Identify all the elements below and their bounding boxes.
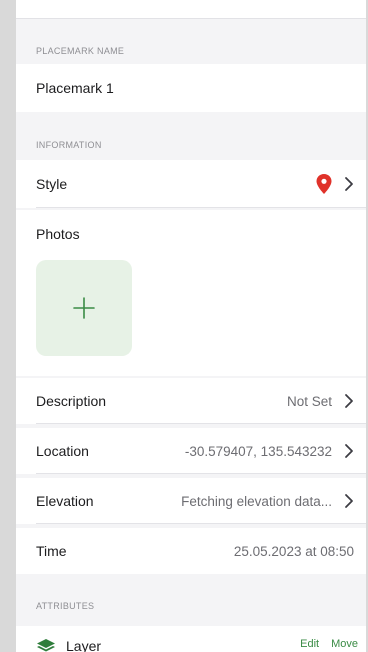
chevron-right-icon [345, 444, 353, 458]
description-label: Description [36, 393, 107, 409]
map-pin-icon [316, 174, 332, 194]
time-label: Time [36, 543, 67, 559]
placemark-name-value: Placemark 1 [36, 80, 114, 96]
elevation-value: Fetching elevation data... [181, 493, 332, 509]
elevation-label: Elevation [36, 493, 94, 509]
plus-icon [73, 297, 95, 319]
description-row[interactable]: Description Not Set [16, 378, 366, 424]
description-value: Not Set [286, 393, 332, 409]
style-row[interactable]: Style [16, 160, 366, 208]
chevron-right-icon [345, 177, 353, 191]
layers-icon [37, 639, 55, 652]
layer-label: Layer [66, 638, 102, 652]
location-value: -30.579407, 135.543232 [184, 443, 332, 459]
location-label: Location [36, 443, 89, 459]
chevron-right-icon [345, 494, 353, 508]
layer-row[interactable]: Layer Edit Move [16, 626, 366, 652]
section-header-information: INFORMATION [36, 140, 102, 150]
move-layer-button[interactable]: Move [331, 638, 358, 650]
elevation-row[interactable]: Elevation Fetching elevation data... [16, 478, 366, 524]
chevron-right-icon [345, 394, 353, 408]
section-header-attributes: ATTRIBUTES [36, 601, 95, 611]
edit-layer-button[interactable]: Edit [300, 638, 319, 650]
section-header-placemark-name: PLACEMARK NAME [36, 46, 125, 56]
add-photo-button[interactable] [36, 260, 132, 356]
photos-section: Photos [16, 210, 366, 376]
top-strip [16, 0, 366, 19]
photos-label: Photos [36, 226, 80, 242]
time-value: 25.05.2023 at 08:50 [233, 543, 354, 559]
location-row[interactable]: Location -30.579407, 135.543232 [16, 428, 366, 474]
style-label: Style [36, 176, 68, 192]
placemark-name-field[interactable]: Placemark 1 [16, 64, 366, 112]
placemark-details-sheet: PLACEMARK NAME Placemark 1 INFORMATION S… [16, 0, 366, 652]
time-row[interactable]: Time 25.05.2023 at 08:50 [16, 528, 366, 574]
